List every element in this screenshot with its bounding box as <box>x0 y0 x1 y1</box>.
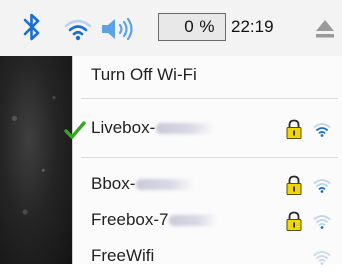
wifi-network-menu: Turn Off Wi-Fi Livebox- Bbox- Freebox-7 … <box>64 56 342 265</box>
network-item-freewifi[interactable]: FreeWifi <box>73 242 342 272</box>
menu-separator <box>81 98 338 99</box>
network-name: Freebox-7 <box>91 210 169 229</box>
network-item-livebox[interactable]: Livebox- <box>64 114 342 144</box>
redacted-text <box>136 179 195 191</box>
lock-icon <box>286 175 302 195</box>
turn-off-wifi-item[interactable]: Turn Off Wi-Fi <box>73 61 342 91</box>
redacted-text <box>156 123 215 135</box>
wifi-signal-icon <box>313 179 331 193</box>
desktop-wallpaper <box>0 56 72 264</box>
taskbar: 0 % 22:19 <box>0 0 342 56</box>
network-item-freebox[interactable]: Freebox-7 <box>73 206 342 236</box>
lock-icon <box>286 119 302 139</box>
volume-icon[interactable] <box>99 16 141 42</box>
wifi-icon[interactable] <box>64 17 92 41</box>
network-name: FreeWifi <box>91 246 155 265</box>
redacted-text <box>169 215 218 227</box>
menu-separator <box>81 157 338 158</box>
wifi-signal-icon <box>313 123 331 137</box>
network-name: Bbox- <box>91 174 136 193</box>
bluetooth-icon[interactable] <box>22 12 42 42</box>
turn-off-wifi-label: Turn Off Wi-Fi <box>91 65 197 84</box>
cpu-usage-monitor[interactable]: 0 % <box>158 13 226 41</box>
network-item-bbox[interactable]: Bbox- <box>73 170 342 200</box>
cpu-usage-value: 0 % <box>184 17 215 36</box>
network-name: Livebox- <box>91 118 156 137</box>
connected-check-icon <box>64 121 86 139</box>
wifi-signal-icon <box>313 251 331 265</box>
eject-icon[interactable] <box>314 17 336 41</box>
wifi-signal-icon <box>313 215 331 229</box>
lock-icon <box>286 211 302 231</box>
clock[interactable]: 22:19 <box>231 14 274 40</box>
